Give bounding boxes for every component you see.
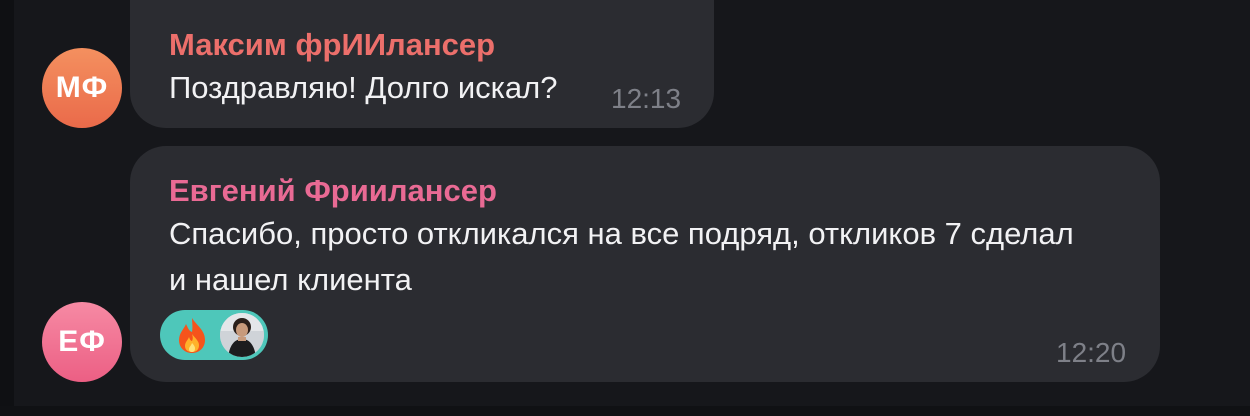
fire-icon: [170, 313, 214, 357]
avatar-initials: ЕФ: [58, 325, 106, 358]
user-photo-avatar[interactable]: [220, 313, 264, 357]
message-time: 12:20: [1056, 337, 1127, 368]
sender-name[interactable]: Максим фрИИлансер: [169, 27, 495, 63]
message-1: Максим фрИИлансер Поздравляю! Долго иска…: [0, 0, 1250, 140]
message-text: Спасибо, просто откликался на все подряд…: [169, 216, 1074, 297]
avatar-initials: МФ: [55, 71, 109, 104]
message-2: Евгений Фриилансер Спасибо, просто откли…: [0, 146, 1250, 386]
message-text: Поздравляю! Долго искал?: [169, 70, 558, 105]
avatar[interactable]: МФ: [42, 48, 122, 128]
reaction-chip[interactable]: [160, 310, 268, 360]
message-time: 12:13: [611, 83, 682, 114]
avatar[interactable]: ЕФ: [42, 302, 122, 382]
sender-name[interactable]: Евгений Фриилансер: [169, 173, 497, 209]
chat-bottom-border: [0, 406, 1250, 416]
